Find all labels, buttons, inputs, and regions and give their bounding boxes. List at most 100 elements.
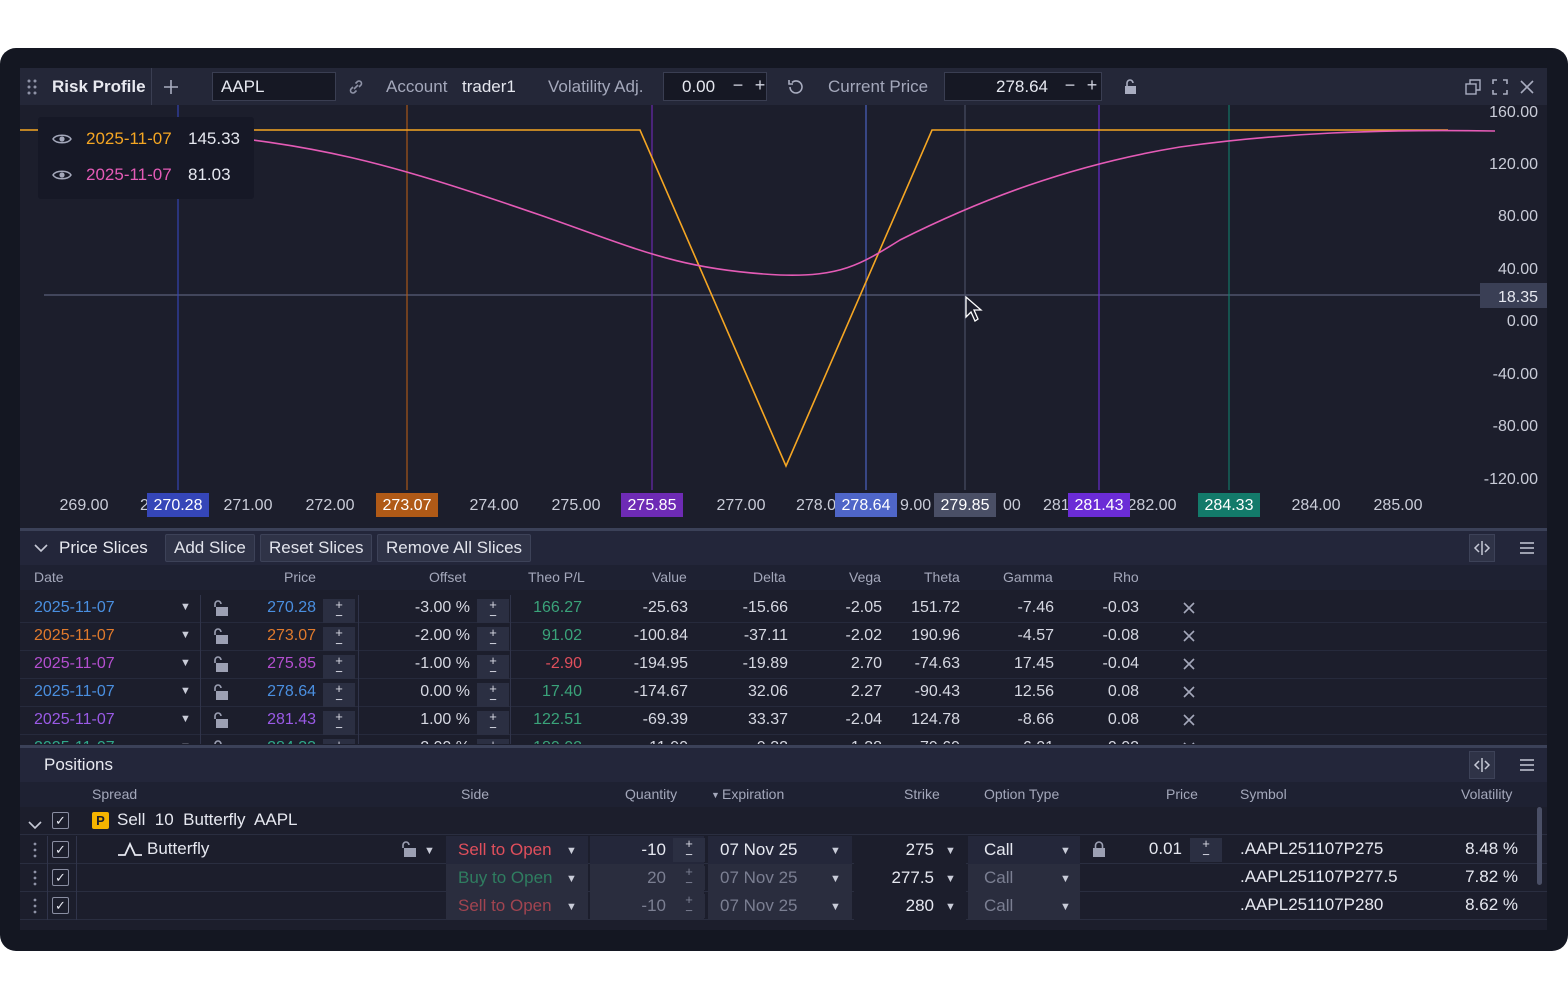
volatility-increment-button[interactable]: + bbox=[751, 76, 769, 96]
price-increment-button[interactable]: + bbox=[1083, 76, 1101, 96]
col-delta[interactable]: Delta bbox=[753, 569, 786, 585]
dropdown-caret-icon[interactable]: ▼ bbox=[424, 845, 435, 857]
col-theta[interactable]: Theta bbox=[924, 569, 960, 585]
reset-icon[interactable] bbox=[784, 68, 808, 105]
drag-handle-icon[interactable] bbox=[22, 68, 42, 105]
drag-handle-icon[interactable] bbox=[32, 898, 38, 919]
col-side[interactable]: Side bbox=[461, 786, 489, 802]
unlock-icon[interactable] bbox=[212, 740, 230, 744]
remove-slice-icon[interactable] bbox=[1182, 601, 1196, 620]
quantity-stepper[interactable]: + − bbox=[673, 837, 705, 862]
offset-stepper[interactable]: +− bbox=[477, 654, 509, 679]
leg-price[interactable]: 0.01 bbox=[1120, 839, 1182, 859]
position-leg-row[interactable]: ✓ Buy to Open ▼ 20 + − 07 Nov 25 ▼ 277.5 ▼ Call ▼ .A… bbox=[20, 864, 1547, 892]
quantity-stepper[interactable]: + − bbox=[673, 893, 705, 918]
dropdown-caret-icon[interactable]: ▼ bbox=[830, 901, 841, 913]
split-view-icon[interactable] bbox=[1469, 534, 1495, 562]
payoff-today-line[interactable] bbox=[171, 129, 1496, 277]
add-icon[interactable] bbox=[159, 68, 183, 105]
offset-stepper[interactable]: +− bbox=[477, 738, 509, 744]
volatility-decrement-button[interactable]: − bbox=[729, 76, 747, 96]
dropdown-caret-icon[interactable]: ▼ bbox=[180, 713, 191, 725]
sort-down-icon[interactable]: ▼ bbox=[711, 790, 720, 800]
dropdown-caret-icon[interactable]: ▼ bbox=[945, 845, 956, 857]
col-rho[interactable]: Rho bbox=[1113, 569, 1139, 585]
unlock-icon[interactable] bbox=[212, 656, 230, 679]
position-leg-row[interactable]: ✓ Sell to Open ▼ -10 + − 07 Nov 25 ▼ 280 ▼ Call ▼ .A… bbox=[20, 892, 1547, 920]
add-slice-button[interactable]: Add Slice bbox=[165, 534, 255, 562]
col-symbol[interactable]: Symbol bbox=[1240, 786, 1287, 802]
symbol-input[interactable]: AAPL bbox=[212, 72, 336, 101]
slice-price[interactable]: 284.33 bbox=[244, 739, 316, 744]
slice-offset[interactable]: 2.00 % bbox=[380, 739, 470, 744]
slice-row[interactable]: 2025-11-07 ▼ 273.07 + − -2.00 % + − 91.02 -100.84… bbox=[20, 623, 1547, 651]
offset-stepper[interactable]: +− bbox=[477, 598, 509, 623]
price-stepper[interactable]: +− bbox=[323, 710, 355, 735]
eye-icon[interactable] bbox=[52, 131, 72, 145]
col-spread[interactable]: Spread bbox=[92, 786, 137, 802]
unlock-icon[interactable] bbox=[212, 684, 230, 707]
price-stepper[interactable]: +− bbox=[323, 626, 355, 651]
slice-offset[interactable]: -3.00 % bbox=[380, 599, 470, 617]
remove-slice-icon[interactable] bbox=[1182, 657, 1196, 676]
eye-icon[interactable] bbox=[52, 167, 72, 181]
unlock-icon[interactable] bbox=[212, 600, 230, 623]
price-stepper[interactable]: +− bbox=[323, 654, 355, 679]
chevron-down-icon[interactable] bbox=[28, 815, 42, 835]
dropdown-caret-icon[interactable]: ▼ bbox=[1060, 901, 1071, 913]
popout-icon[interactable] bbox=[1461, 68, 1485, 105]
slice-row[interactable]: 2025-11-07 ▼ 275.85 + − -1.00 % + − -2.90 -194.95… bbox=[20, 651, 1547, 679]
slice-date[interactable]: 2025-11-07 bbox=[34, 599, 115, 617]
dropdown-caret-icon[interactable]: ▼ bbox=[1060, 873, 1071, 885]
slice-row[interactable]: 2025-11-07 ▼ 270.28 + − -3.00 % + − 166.27 -25.63… bbox=[20, 595, 1547, 623]
menu-icon[interactable] bbox=[1514, 534, 1540, 562]
col-quantity[interactable]: Quantity bbox=[625, 786, 677, 802]
menu-icon[interactable] bbox=[1514, 751, 1540, 779]
dropdown-caret-icon[interactable]: ▼ bbox=[180, 601, 191, 613]
remove-slice-icon[interactable] bbox=[1182, 629, 1196, 648]
link-icon[interactable] bbox=[344, 68, 368, 105]
quantity-stepper[interactable]: + − bbox=[673, 865, 705, 890]
col-theo-pl[interactable]: Theo P/L bbox=[528, 569, 585, 585]
leg-checkbox[interactable]: ✓ bbox=[52, 841, 69, 858]
dropdown-caret-icon[interactable]: ▼ bbox=[180, 685, 191, 697]
slice-offset[interactable]: -1.00 % bbox=[380, 655, 470, 673]
leg-symbol[interactable]: .AAPL251107P275 bbox=[1240, 839, 1383, 859]
col-price[interactable]: Price bbox=[284, 569, 316, 585]
remove-all-slices-button[interactable]: Remove All Slices bbox=[377, 534, 532, 562]
remove-slice-icon[interactable] bbox=[1182, 741, 1196, 744]
leg-checkbox[interactable]: ✓ bbox=[52, 897, 69, 914]
dropdown-caret-icon[interactable]: ▼ bbox=[566, 901, 577, 913]
slice-price[interactable]: 275.85 bbox=[244, 655, 316, 673]
dropdown-caret-icon[interactable]: ▼ bbox=[830, 845, 841, 857]
dropdown-caret-icon[interactable]: ▼ bbox=[180, 741, 191, 744]
close-icon[interactable] bbox=[1515, 68, 1539, 105]
remove-slice-icon[interactable] bbox=[1182, 685, 1196, 704]
col-value[interactable]: Value bbox=[652, 569, 687, 585]
price-stepper[interactable]: +− bbox=[1190, 837, 1222, 862]
offset-stepper[interactable]: +− bbox=[477, 682, 509, 707]
lock-icon[interactable] bbox=[1092, 841, 1106, 864]
risk-profile-chart[interactable]: 160.00 120.00 80.00 40.00 0.00 -40.00 -80.00 -1… bbox=[20, 104, 1547, 528]
offset-stepper[interactable]: +− bbox=[477, 626, 509, 651]
dropdown-caret-icon[interactable]: ▼ bbox=[945, 873, 956, 885]
slice-date[interactable]: 2025-11-07 bbox=[34, 711, 115, 729]
leg-checkbox[interactable]: ✓ bbox=[52, 869, 69, 886]
col-gamma[interactable]: Gamma bbox=[1003, 569, 1053, 585]
chevron-down-icon[interactable] bbox=[28, 534, 54, 562]
col-expiration[interactable]: Expiration bbox=[722, 786, 784, 802]
drag-handle-icon[interactable] bbox=[32, 842, 38, 863]
price-stepper[interactable]: +− bbox=[323, 598, 355, 623]
maximize-icon[interactable] bbox=[1488, 68, 1512, 105]
slice-date[interactable]: 2025-11-07 bbox=[34, 627, 115, 645]
col-date[interactable]: Date bbox=[34, 569, 64, 585]
unlock-icon[interactable] bbox=[400, 841, 418, 864]
col-vega[interactable]: Vega bbox=[849, 569, 881, 585]
col-option-type[interactable]: Option Type bbox=[984, 786, 1059, 802]
unlock-icon[interactable] bbox=[1119, 68, 1143, 105]
drag-handle-icon[interactable] bbox=[32, 870, 38, 891]
slice-price[interactable]: 270.28 bbox=[244, 599, 316, 617]
slice-price[interactable]: 273.07 bbox=[244, 627, 316, 645]
group-checkbox[interactable]: ✓ bbox=[52, 812, 69, 829]
slice-offset[interactable]: 0.00 % bbox=[380, 683, 470, 701]
